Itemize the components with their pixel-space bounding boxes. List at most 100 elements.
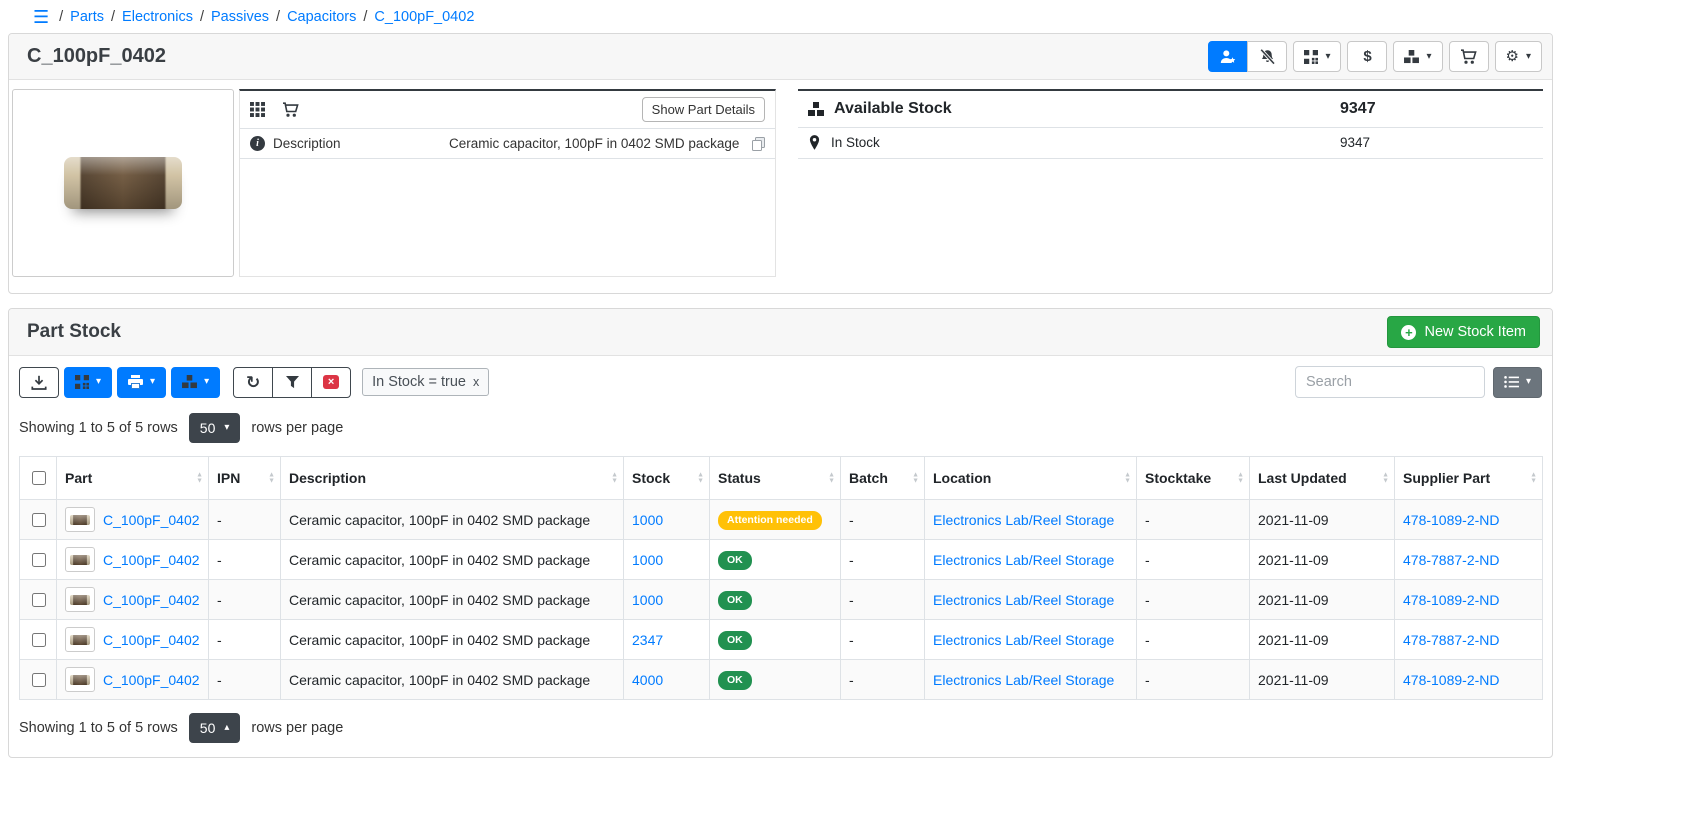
page-size-dropdown[interactable]: 50 ▴ (189, 713, 241, 743)
location-link[interactable]: Electronics Lab/Reel Storage (933, 592, 1114, 608)
ipn-cell: - (209, 540, 281, 580)
show-part-details-button[interactable]: Show Part Details (642, 97, 765, 122)
column-header-ipn[interactable]: IPN (209, 457, 281, 500)
chevron-down-icon: ▾ (150, 377, 155, 387)
filter-tag[interactable]: In Stock = true x (362, 368, 489, 396)
stock-link[interactable]: 1000 (632, 592, 663, 608)
stock-table-row[interactable]: C_100pF_0402 - Ceramic capacitor, 100pF … (20, 540, 1543, 580)
filter-button[interactable] (272, 367, 312, 398)
select-all-checkbox[interactable] (32, 471, 46, 485)
stock-table-row[interactable]: C_100pF_0402 - Ceramic capacitor, 100pF … (20, 500, 1543, 540)
boxes-icon (808, 102, 824, 117)
unsubscribe-button[interactable] (1247, 41, 1287, 72)
breadcrumb-link-electronics[interactable]: Electronics (122, 9, 193, 25)
order-actions-button[interactable] (1449, 41, 1489, 72)
location-link[interactable]: Electronics Lab/Reel Storage (933, 632, 1114, 648)
stock-link[interactable]: 2347 (632, 632, 663, 648)
pagination-top: Showing 1 to 5 of 5 rows 50 ▾ rows per p… (19, 413, 1542, 443)
new-stock-item-button[interactable]: + New Stock Item (1387, 316, 1540, 348)
supplier-part-link[interactable]: 478-7887-2-ND (1403, 632, 1500, 648)
stock-table-row[interactable]: C_100pF_0402 - Ceramic capacitor, 100pF … (20, 620, 1543, 660)
row-checkbox[interactable] (32, 553, 46, 567)
supplier-part-link[interactable]: 478-1089-2-ND (1403, 512, 1500, 528)
row-checkbox[interactable] (32, 633, 46, 647)
location-link[interactable]: Electronics Lab/Reel Storage (933, 552, 1114, 568)
part-stock-card: Part Stock + New Stock Item ▾ (8, 308, 1553, 758)
stock-actions-button[interactable]: ▾ (1393, 41, 1442, 72)
bell-slash-icon (1259, 49, 1276, 65)
part-link[interactable]: C_100pF_0402 (103, 672, 200, 688)
print-dropdown-button[interactable]: ▾ (117, 367, 166, 398)
download-button[interactable] (19, 367, 59, 398)
part-thumbnail (65, 667, 95, 692)
location-link[interactable]: Electronics Lab/Reel Storage (933, 512, 1114, 528)
refresh-button[interactable]: ↻ (233, 367, 273, 398)
stock-link[interactable]: 1000 (632, 512, 663, 528)
column-header-part[interactable]: Part (57, 457, 209, 500)
stock-link[interactable]: 1000 (632, 552, 663, 568)
supplier-part-link[interactable]: 478-1089-2-ND (1403, 672, 1500, 688)
row-checkbox[interactable] (32, 593, 46, 607)
copy-icon[interactable] (752, 137, 765, 151)
last-updated-cell: 2021-11-09 (1250, 500, 1395, 540)
chevron-down-icon: ▾ (1526, 377, 1531, 387)
row-select-cell (20, 580, 57, 620)
stock-options-dropdown-button[interactable]: ▾ (171, 367, 220, 398)
barcode-dropdown-button[interactable]: ▾ (64, 367, 112, 398)
supplier-part-link[interactable]: 478-1089-2-ND (1403, 592, 1500, 608)
sort-icon (828, 473, 835, 484)
batch-cell: - (841, 540, 925, 580)
breadcrumb-link-current-part[interactable]: C_100pF_0402 (374, 9, 474, 25)
capacitor-thumb-image (70, 595, 90, 605)
row-checkbox[interactable] (32, 513, 46, 527)
part-link[interactable]: C_100pF_0402 (103, 632, 200, 648)
supplier-part-cell: 478-1089-2-ND (1395, 580, 1543, 620)
part-link[interactable]: C_100pF_0402 (103, 592, 200, 608)
batch-cell: - (841, 620, 925, 660)
row-checkbox[interactable] (32, 673, 46, 687)
subscribed-button[interactable] (1208, 41, 1248, 72)
description-cell: Ceramic capacitor, 100pF in 0402 SMD pac… (281, 500, 624, 540)
column-header-stocktake[interactable]: Stocktake (1137, 457, 1250, 500)
sort-icon (1124, 473, 1131, 484)
column-header-last-updated[interactable]: Last Updated (1250, 457, 1395, 500)
subscribed-user-icon (1220, 49, 1236, 65)
page-content: C_100pF_0402 (8, 33, 1553, 758)
pricing-button[interactable]: $ (1347, 41, 1387, 72)
column-header-location[interactable]: Location (925, 457, 1137, 500)
part-cell: C_100pF_0402 (57, 660, 209, 700)
column-header-description[interactable]: Description (281, 457, 624, 500)
supplier-part-link[interactable]: 478-7887-2-ND (1403, 552, 1500, 568)
part-image[interactable] (12, 89, 234, 277)
stock-link[interactable]: 4000 (632, 672, 663, 688)
stock-cell: 1000 (624, 540, 710, 580)
table-view-toggle-button[interactable]: ▾ (1493, 367, 1542, 398)
remove-filter-icon[interactable]: x (473, 375, 479, 389)
batch-cell: - (841, 660, 925, 700)
part-link[interactable]: C_100pF_0402 (103, 552, 200, 568)
part-link[interactable]: C_100pF_0402 (103, 512, 200, 528)
part-detail-card: C_100pF_0402 (8, 33, 1553, 294)
part-options-button[interactable]: ⚙ ▾ (1495, 41, 1542, 72)
stock-table-row[interactable]: C_100pF_0402 - Ceramic capacitor, 100pF … (20, 660, 1543, 700)
last-updated-cell: 2021-11-09 (1250, 620, 1395, 660)
dollar-icon: $ (1363, 48, 1371, 65)
column-header-batch[interactable]: Batch (841, 457, 925, 500)
stock-table-row[interactable]: C_100pF_0402 - Ceramic capacitor, 100pF … (20, 580, 1543, 620)
clear-filters-button[interactable]: × (311, 367, 351, 398)
breadcrumb-link-capacitors[interactable]: Capacitors (287, 9, 356, 25)
barcode-actions-button[interactable]: ▾ (1293, 41, 1341, 72)
breadcrumb-link-parts[interactable]: Parts (70, 9, 104, 25)
location-link[interactable]: Electronics Lab/Reel Storage (933, 672, 1114, 688)
search-input[interactable] (1295, 366, 1485, 398)
page-size-dropdown[interactable]: 50 ▾ (189, 413, 241, 443)
column-header-supplier-part[interactable]: Supplier Part (1395, 457, 1543, 500)
capacitor-thumb-image (70, 555, 90, 565)
filter-tag-label: In Stock = true (372, 374, 466, 390)
sort-icon (912, 473, 919, 484)
hamburger-menu-icon[interactable]: ☰ (33, 8, 49, 26)
sort-icon (268, 473, 275, 484)
column-header-stock[interactable]: Stock (624, 457, 710, 500)
breadcrumb-link-passives[interactable]: Passives (211, 9, 269, 25)
column-header-status[interactable]: Status (710, 457, 841, 500)
